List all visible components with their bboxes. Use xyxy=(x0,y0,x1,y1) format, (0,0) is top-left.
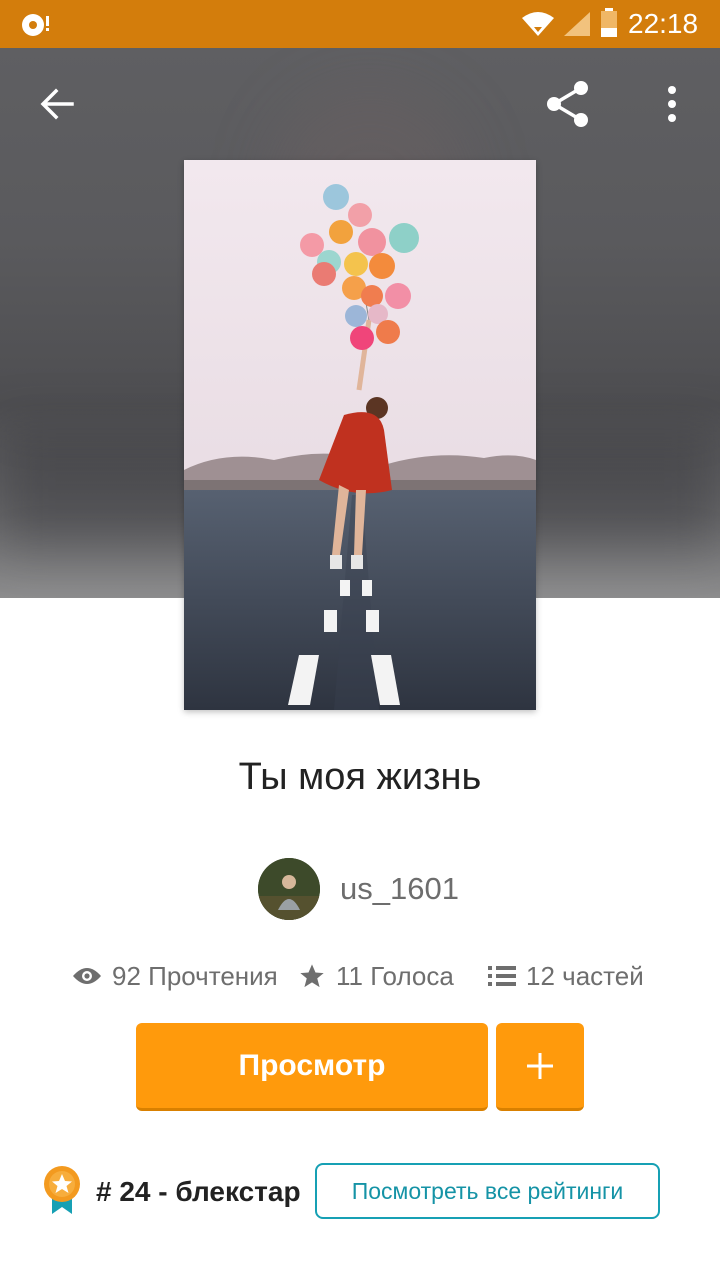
share-icon xyxy=(547,81,588,127)
view-all-rankings-button[interactable]: Посмотреть все рейтинги xyxy=(315,1163,660,1219)
back-button[interactable] xyxy=(28,76,84,132)
author-name: us_1601 xyxy=(340,871,459,906)
parts-count: 12 частей xyxy=(526,960,644,991)
back-arrow-icon xyxy=(40,88,74,120)
read-button[interactable]: Просмотр xyxy=(136,1023,488,1111)
list-icon xyxy=(488,966,516,986)
story-cover[interactable] xyxy=(184,160,536,710)
votes-stat: 11 Голоса xyxy=(298,954,454,998)
story-title: Ты моя жизнь xyxy=(238,756,482,798)
notification-app-icon xyxy=(22,14,49,36)
author-link[interactable]: us_1601 xyxy=(258,858,459,920)
avatar xyxy=(258,858,320,920)
eye-icon xyxy=(73,968,101,984)
share-button[interactable] xyxy=(540,76,596,132)
battery-icon xyxy=(601,8,617,37)
signal-icon xyxy=(564,12,590,36)
ranking-text: # 24 - блекстар xyxy=(96,1176,301,1207)
story-stats: 92 Прочтения 11 Голоса 12 частей xyxy=(0,954,720,998)
votes-count: 11 Голоса xyxy=(336,960,454,991)
plus-icon xyxy=(527,1052,553,1079)
wifi-icon xyxy=(522,12,554,36)
status-time: 22:18 xyxy=(628,8,699,39)
reads-count: 92 Прочтения xyxy=(112,960,278,991)
reads-stat: 92 Прочтения xyxy=(72,954,278,998)
add-to-library-button[interactable] xyxy=(496,1023,584,1111)
cover-illustration xyxy=(184,160,536,710)
star-icon xyxy=(300,964,324,988)
status-bar: 22:18 xyxy=(0,0,720,48)
ranking-badge-icon xyxy=(44,1166,80,1214)
parts-stat: 12 частей xyxy=(488,954,644,998)
more-vert-icon xyxy=(668,86,676,122)
more-options-button[interactable] xyxy=(644,76,700,132)
